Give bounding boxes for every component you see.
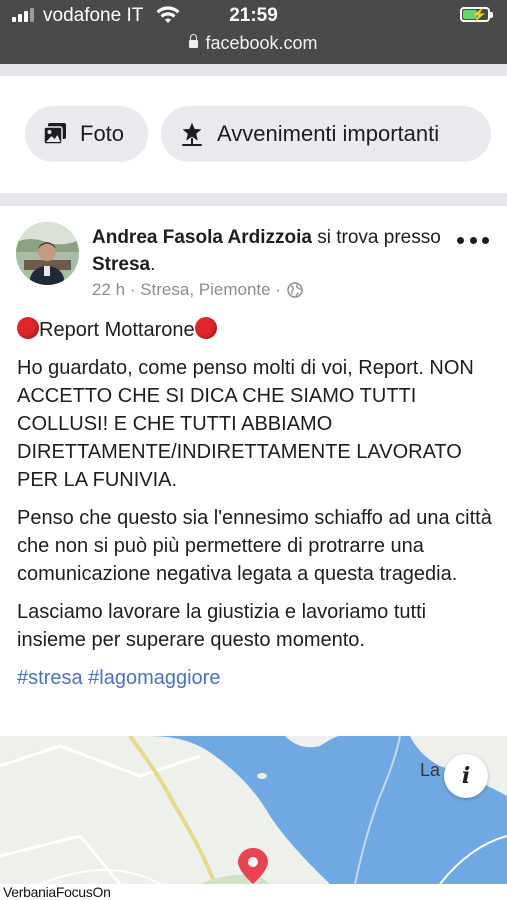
post-time[interactable]: 22 h — [92, 280, 125, 300]
watermark: VerbaniaFocusOn — [0, 884, 507, 900]
lock-icon — [189, 34, 199, 48]
meta-separator: · — [270, 280, 281, 299]
meta-separator: · — [125, 280, 141, 299]
map-pin-icon — [238, 848, 268, 884]
info-icon: i — [461, 763, 471, 789]
post-paragraph: Ho guardato, come penso molti di voi, Re… — [17, 357, 474, 491]
status-bar: vodafone IT 21:59 ⚡ facebook.com — [0, 0, 507, 64]
star-flag-icon — [182, 122, 202, 146]
post-header: Andrea Fasola Ardizzoia si trova presso … — [92, 224, 442, 278]
battery-icon: ⚡ — [460, 7, 493, 22]
author-name[interactable]: Andrea Fasola Ardizzoia — [92, 227, 312, 248]
place-suffix: . — [150, 254, 156, 275]
photo-button[interactable]: Foto — [25, 106, 148, 162]
post-body: Report Mottarone Ho guardato, come penso… — [17, 316, 497, 702]
avatar-photo — [16, 222, 79, 285]
place-link[interactable]: Stresa — [92, 254, 150, 275]
photo-icon — [43, 123, 66, 145]
life-events-button[interactable]: Avvenimenti importanti — [161, 106, 491, 162]
clock: 21:59 — [229, 5, 278, 26]
photo-label: Foto — [80, 121, 125, 146]
checkin-text: si trova presso — [311, 227, 441, 248]
hashtags[interactable]: #stresa #lagomaggiore — [17, 664, 497, 692]
post-paragraph: Lasciamo lavorare la giustizia e lavoria… — [17, 601, 427, 651]
post-title-text: Report Mottarone — [39, 319, 195, 341]
red-circle-emoji — [17, 317, 39, 339]
divider — [0, 193, 507, 206]
map-label: La — [420, 760, 441, 780]
post-meta: 22 h · Stresa, Piemonte · — [92, 280, 303, 300]
address-bar[interactable]: facebook.com — [0, 33, 507, 54]
map-info-button[interactable]: i — [444, 754, 488, 798]
more-options-icon[interactable] — [457, 233, 489, 247]
red-circle-emoji — [194, 317, 217, 339]
avatar[interactable] — [16, 222, 79, 285]
post-location[interactable]: Stresa, Piemonte — [140, 280, 270, 300]
globe-icon — [287, 282, 303, 298]
post-paragraph: Penso che questo sia l'ennesimo schiaffo… — [17, 507, 492, 585]
post-title: Report Mottarone — [17, 316, 497, 344]
url-text: facebook.com — [205, 33, 318, 53]
location-map[interactable] — [0, 736, 507, 884]
divider — [0, 64, 507, 76]
life-events-label: Avvenimenti importanti — [217, 121, 440, 146]
